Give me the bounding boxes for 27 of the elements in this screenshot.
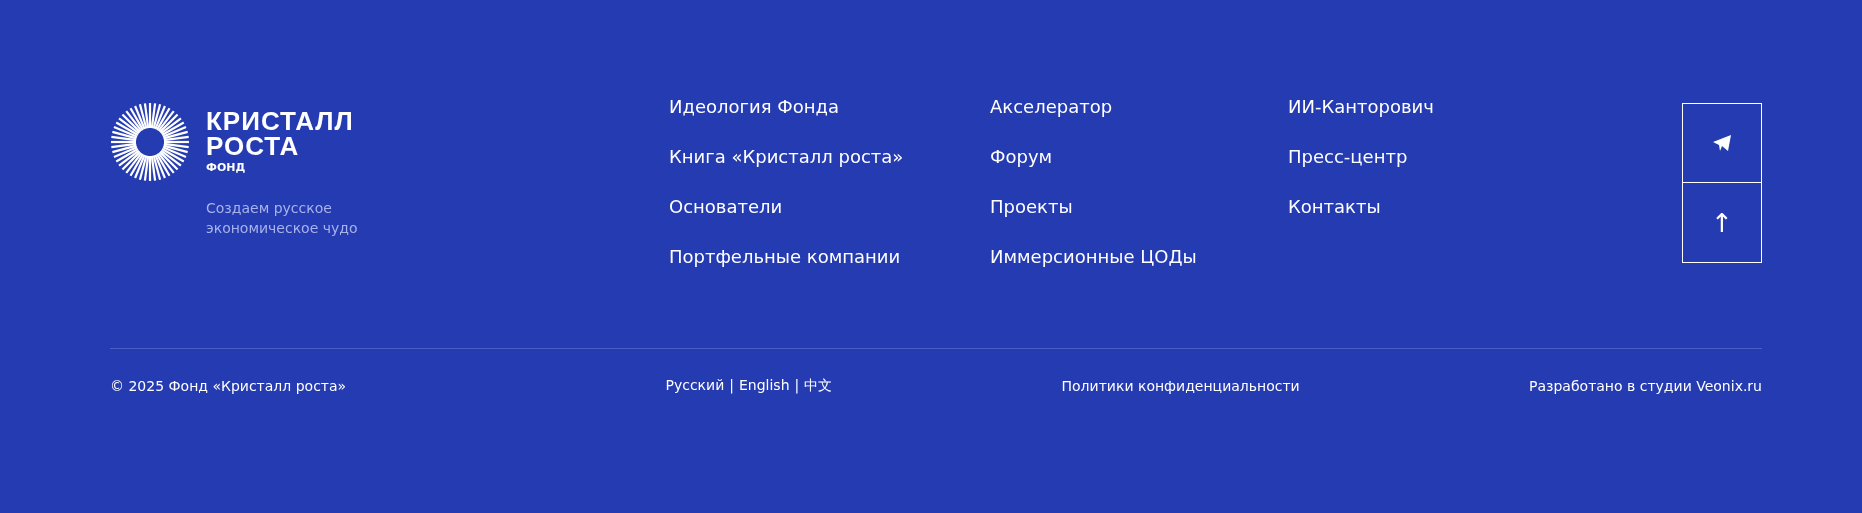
studio-link[interactable]: Разработано в студии Veonix.ru bbox=[1529, 378, 1762, 394]
nav-link[interactable]: ИИ-Канторович bbox=[1288, 94, 1586, 119]
separator: | bbox=[794, 377, 800, 395]
nav-link[interactable]: Форум bbox=[990, 144, 1288, 169]
nav-link[interactable]: Иммерсионные ЦОДы bbox=[990, 244, 1288, 269]
brand-name: КРИСТАЛЛ bbox=[206, 109, 354, 134]
scroll-up-button[interactable]: ↑ bbox=[1682, 183, 1762, 263]
separator: | bbox=[729, 377, 734, 395]
brand-subtitle: ФОНД bbox=[206, 161, 247, 175]
brand-name: РОСТА bbox=[206, 134, 301, 159]
nav-link[interactable]: Книга «Кристалл роста» bbox=[669, 144, 990, 169]
telegram-button[interactable] bbox=[1682, 103, 1762, 183]
nav-link[interactable]: Акселератор bbox=[990, 94, 1288, 119]
nav-link[interactable]: Контакты bbox=[1288, 194, 1586, 219]
nav-link[interactable]: Портфельные компании bbox=[669, 244, 990, 269]
language-link[interactable]: 中文 bbox=[804, 377, 833, 395]
nav-link[interactable]: Проекты bbox=[990, 194, 1288, 219]
privacy-link[interactable]: Политики конфиденциальности bbox=[1061, 378, 1300, 394]
language-link[interactable]: English bbox=[738, 377, 790, 395]
sunburst-logo-icon[interactable] bbox=[110, 102, 190, 182]
nav-link[interactable]: Идеология Фонда bbox=[669, 94, 990, 119]
tagline: Создаем русское экономическое чудо bbox=[206, 199, 359, 238]
nav-link[interactable]: Основатели bbox=[669, 194, 990, 219]
nav-link[interactable]: Пресс-центр bbox=[1288, 144, 1586, 169]
paper-plane-icon bbox=[1712, 134, 1732, 152]
copyright: © 2025 Фонд «Кристалл роста» bbox=[110, 378, 347, 394]
language-link[interactable]: Русский bbox=[665, 377, 725, 395]
